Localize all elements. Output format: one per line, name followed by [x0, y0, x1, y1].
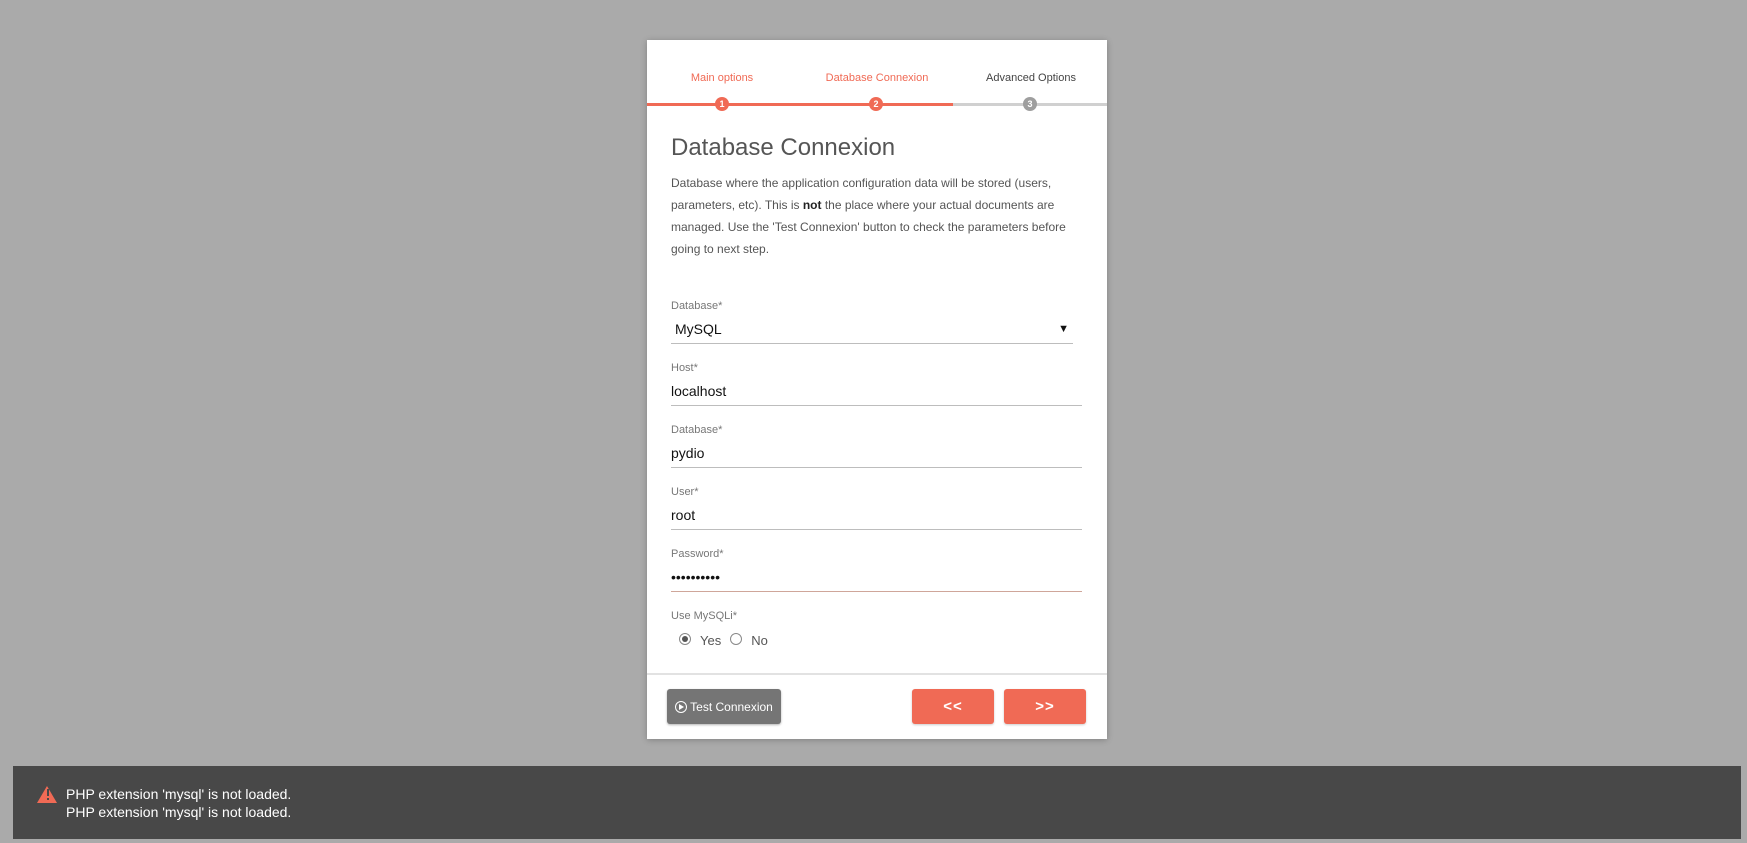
password-label: Password* — [671, 548, 724, 560]
step-advanced-options[interactable]: Advanced Options — [956, 72, 1106, 84]
user-label: User* — [671, 486, 699, 498]
user-field: User* root — [671, 486, 1083, 530]
previous-button[interactable]: << — [912, 689, 994, 724]
warning-icon-dot — [47, 798, 49, 800]
test-connexion-label: Test Connexion — [690, 699, 773, 714]
stepper-progress — [647, 103, 953, 106]
mysqli-label: Use MySQLi* — [671, 610, 738, 622]
page-title: Database Connexion — [671, 134, 896, 161]
next-button[interactable]: >> — [1004, 689, 1086, 724]
dropdown-arrow-icon: ▼ — [1058, 323, 1069, 335]
step-3-dot: 3 — [1023, 97, 1037, 111]
mysqli-yes-radio[interactable] — [679, 633, 691, 645]
user-input[interactable]: root — [671, 500, 1082, 530]
description-bold: not — [802, 198, 822, 212]
test-connexion-button[interactable]: Test Connexion — [667, 689, 781, 724]
snackbar-messages: PHP extension 'mysql' is not loaded. PHP… — [66, 785, 291, 821]
snackbar-message-1: PHP extension 'mysql' is not loaded. — [66, 786, 292, 802]
mysqli-no-label[interactable]: No — [751, 633, 768, 648]
mysqli-no-radio[interactable] — [730, 633, 743, 645]
host-label: Host* — [671, 362, 698, 374]
step-database-connexion[interactable]: Database Connexion — [802, 72, 952, 84]
step-1-dot: 1 — [715, 97, 729, 111]
page-description: Database where the application configura… — [671, 172, 1081, 260]
mysqli-radio-group: Yes No — [671, 630, 1083, 648]
database-type-select[interactable]: MySQL ▼ — [671, 314, 1073, 344]
step-2-dot: 2 — [869, 97, 883, 111]
database-type-field: Database* MySQL ▼ — [671, 300, 1083, 344]
install-wizard-card: Main options Database Connexion Advanced… — [647, 40, 1107, 739]
play-circle-icon — [675, 700, 688, 713]
form-content: Database Connexion Database where the ap… — [647, 134, 1107, 648]
database-type-value: MySQL — [675, 321, 722, 337]
step-main-options[interactable]: Main options — [647, 72, 797, 84]
password-input[interactable]: •••••••••• — [671, 562, 1082, 592]
snackbar-message-2: PHP extension 'mysql' is not loaded. — [66, 804, 292, 820]
wizard-footer: Test Connexion << >> — [647, 673, 1107, 739]
password-field: Password* •••••••••• — [671, 548, 1083, 592]
database-name-label: Database* — [671, 424, 723, 436]
wizard-stepper: Main options Database Connexion Advanced… — [647, 40, 1107, 111]
database-name-field: Database* pydio — [671, 424, 1083, 468]
host-field: Host* localhost — [671, 362, 1083, 406]
error-snackbar: PHP extension 'mysql' is not loaded. PHP… — [13, 766, 1741, 839]
page-background: Main options Database Connexion Advanced… — [0, 0, 1747, 843]
warning-icon-mark — [47, 789, 49, 796]
database-name-input[interactable]: pydio — [671, 438, 1082, 468]
mysqli-yes-label[interactable]: Yes — [700, 633, 721, 648]
host-input[interactable]: localhost — [671, 376, 1082, 406]
database-type-label: Database* — [671, 300, 723, 312]
mysqli-field: Use MySQLi* Yes No — [671, 610, 1083, 648]
